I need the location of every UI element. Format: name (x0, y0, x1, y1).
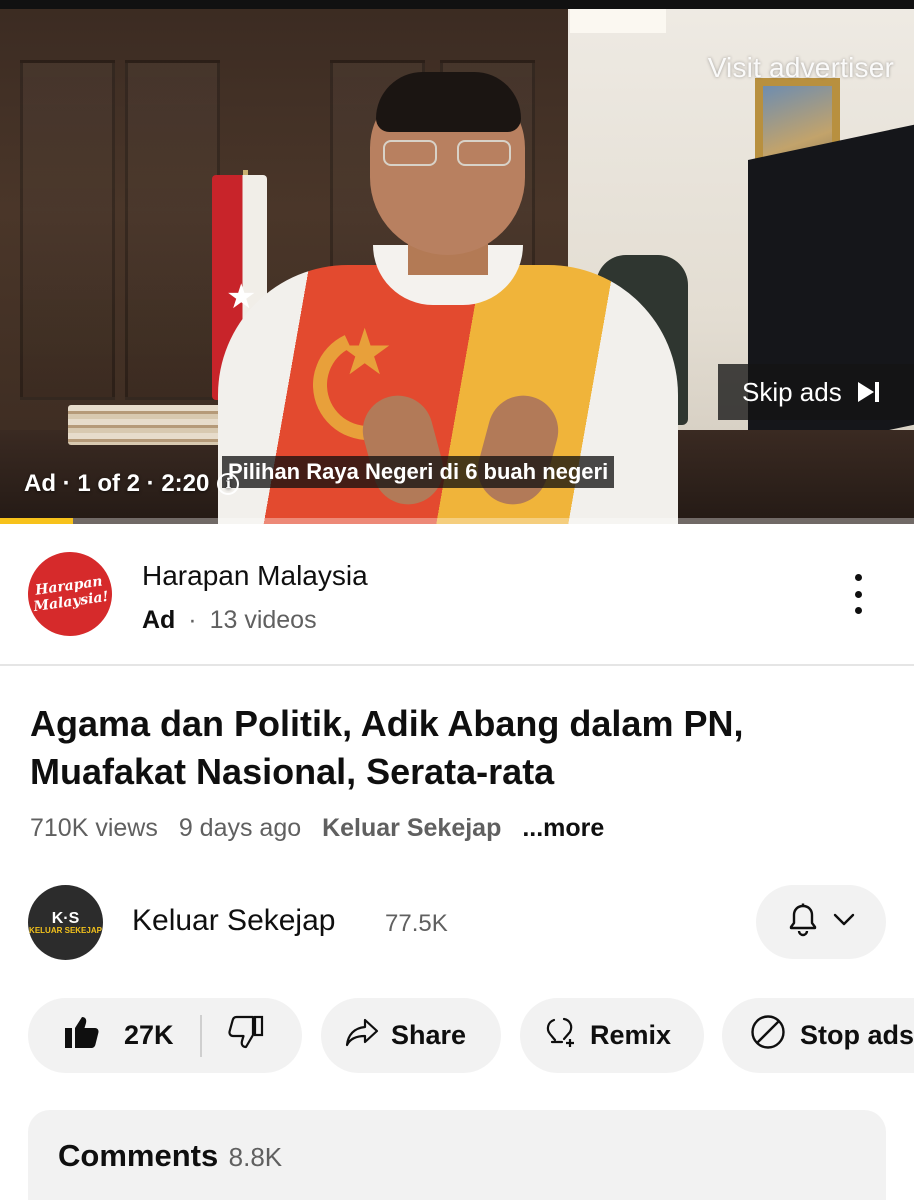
like-dislike-pill[interactable]: 27K (28, 998, 302, 1073)
like-count: 27K (124, 1020, 174, 1050)
ad-info: Ad · 1 of 2 · 2:20 i (24, 470, 240, 498)
glasses (383, 140, 511, 168)
status-bar-edge (0, 0, 914, 9)
stop-ads-label: Stop ads (800, 1020, 914, 1050)
share-label: Share (391, 1020, 467, 1050)
comments-panel[interactable]: Comments 8.8K (28, 1110, 886, 1200)
share-button[interactable]: Share (321, 998, 501, 1073)
channel-avatar[interactable]: K·S KELUAR SEKEJAP (28, 885, 103, 960)
comments-count: 8.8K (228, 1142, 283, 1172)
channel-avatar-mark: K·S (51, 909, 80, 927)
advertiser-meta: Ad · 13 videos (142, 606, 317, 635)
view-count: 710K views (30, 814, 158, 842)
visit-advertiser-link[interactable]: Visit advertiser (708, 52, 894, 84)
chevron-down-icon (833, 913, 855, 932)
advertiser-logo[interactable]: Harapan Malaysia! (22, 546, 118, 642)
ad-progress-fill (0, 518, 74, 524)
skip-ads-button[interactable]: Skip ads (718, 364, 914, 420)
like-separator (199, 1014, 202, 1057)
book-stack (68, 405, 228, 445)
stop-ads-button[interactable]: Stop ads (722, 998, 914, 1073)
ad-badge: Ad (142, 606, 176, 634)
subscriber-count: 77.5K (385, 910, 448, 937)
video-player[interactable]: ★ ★ Visit advertiser Skip ads Pilihan Ra… (0, 0, 914, 524)
remix-label: Remix (590, 1020, 672, 1050)
block-icon (750, 1014, 786, 1057)
channel-avatar-sub: KELUAR SEKEJAP (29, 925, 102, 935)
video-subtitle: Pilihan Raya Negeri di 6 buah negeri (222, 456, 615, 488)
skip-ads-label: Skip ads (742, 376, 842, 407)
more-link[interactable]: ...more (522, 814, 604, 842)
ad-counter: Ad · 1 of 2 · 2:20 (24, 470, 210, 497)
action-bar: 27K Share Remix Stop ads (0, 990, 914, 1080)
remix-button[interactable]: Remix (520, 998, 704, 1073)
more-vert-icon[interactable] (846, 574, 870, 614)
ceiling-light (570, 9, 666, 33)
bell-icon (787, 903, 819, 942)
video-meta[interactable]: 710K views 9 days ago Keluar Sekejap ...… (30, 814, 618, 843)
star-emblem: ★ (336, 316, 394, 388)
wall-panel (20, 60, 115, 400)
thumb-up-icon[interactable] (64, 1015, 100, 1056)
wall-panel (125, 60, 220, 400)
advertiser-row[interactable]: Harapan Malaysia! Harapan Malaysia Ad · … (0, 524, 914, 666)
channel-name[interactable]: Keluar Sekejap (132, 904, 335, 938)
advertiser-video-count: 13 videos (209, 606, 317, 634)
video-title[interactable]: Agama dan Politik, Adik Abang dalam PN, … (30, 700, 890, 796)
remix-icon (544, 1015, 578, 1056)
meta-separator: · (188, 606, 197, 634)
notification-bell-button[interactable] (756, 885, 886, 959)
meta-channel-name: Keluar Sekejap (322, 814, 502, 842)
ad-progress-bar (0, 518, 914, 524)
info-icon[interactable]: i (217, 473, 240, 495)
upload-age: 9 days ago (178, 814, 302, 842)
advertiser-name[interactable]: Harapan Malaysia (142, 560, 368, 592)
hair (376, 72, 521, 132)
skip-next-icon (856, 380, 882, 404)
thumb-down-icon[interactable] (227, 1015, 264, 1056)
comments-label: Comments (58, 1138, 219, 1173)
share-icon (345, 1017, 379, 1054)
